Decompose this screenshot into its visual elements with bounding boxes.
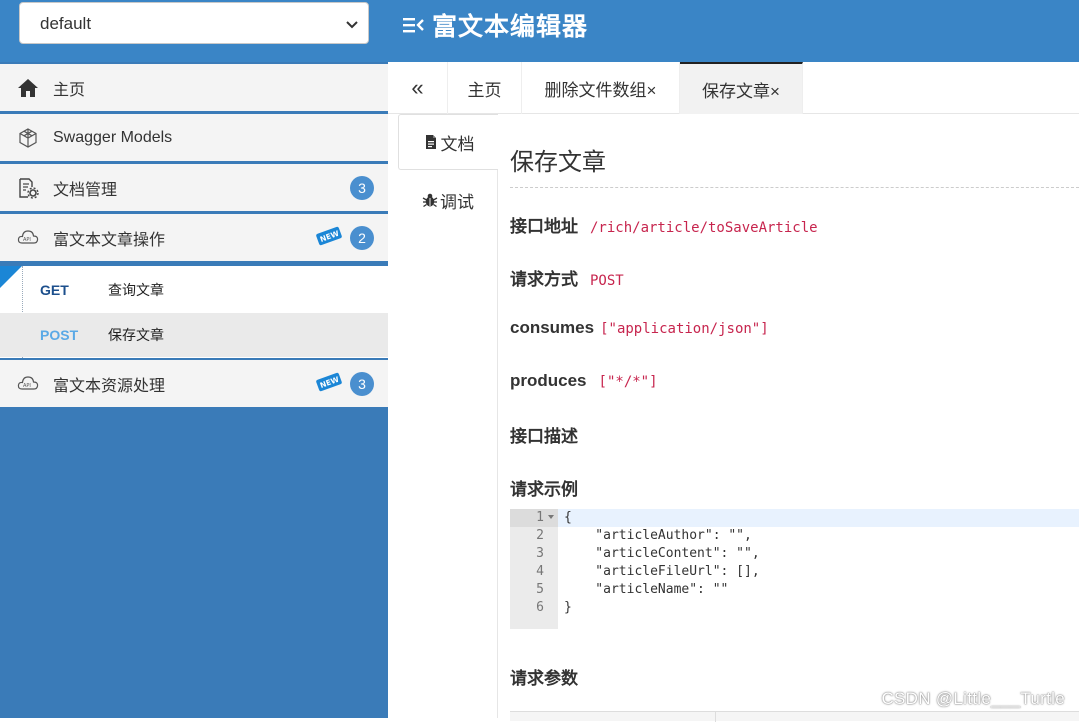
- line-gutter: 1 2 3 4 5 6: [510, 509, 558, 629]
- sidebar-item-label: 文档管理: [53, 181, 118, 199]
- code-line: }: [564, 600, 572, 615]
- field-method: 请求方式 POST: [510, 265, 624, 290]
- active-line-highlight: [510, 509, 1079, 527]
- new-tag-icon: NEW: [316, 226, 342, 246]
- api-cloud-icon: API: [17, 375, 39, 390]
- code-line: {: [564, 510, 572, 525]
- sub-menu: GET 查询文章 POST 保存文章: [0, 266, 388, 358]
- cube-icon: [19, 127, 37, 148]
- group-select[interactable]: default: [19, 2, 369, 44]
- doc-tab-document[interactable]: 文档: [398, 114, 498, 170]
- sidebar-item-doc-manage[interactable]: 文档管理 3: [0, 164, 388, 212]
- http-method-label: GET: [40, 282, 69, 298]
- api-item-get-article[interactable]: GET 查询文章: [0, 268, 388, 312]
- home-icon: [18, 78, 38, 97]
- api-item-label: 保存文章: [108, 327, 164, 343]
- field-consumes: consumes ["application/json"]: [510, 318, 769, 338]
- fold-caret-icon[interactable]: [548, 515, 554, 519]
- svg-text:API: API: [23, 237, 31, 243]
- code-line: "articleName": "": [564, 582, 729, 597]
- code-line: "articleFileUrl": [],: [564, 564, 760, 579]
- line-number: 3: [536, 546, 544, 561]
- bug-icon: [422, 193, 438, 208]
- doc-tabs: 文档 调试: [388, 114, 498, 718]
- code-line: "articleContent": "",: [564, 546, 760, 561]
- field-url: 接口地址 /rich/article/toSaveArticle: [510, 212, 818, 237]
- line-number: 5: [536, 582, 544, 597]
- page-title: 保存文章: [510, 149, 606, 176]
- section-description: 接口描述: [510, 427, 578, 446]
- top-bar: default 富文本编辑器: [0, 0, 1079, 62]
- collapse-tabs-button[interactable]: «: [388, 62, 448, 114]
- count-badge: 3: [350, 176, 374, 200]
- count-badge: 2: [350, 226, 374, 250]
- api-cloud-icon: API: [17, 229, 39, 244]
- doc-tab-label: 文档: [440, 134, 475, 154]
- http-method-label: POST: [40, 327, 79, 343]
- field-value: POST: [590, 273, 624, 289]
- sidebar-item-home[interactable]: 主页: [0, 64, 388, 112]
- field-value: ["*/*"]: [598, 374, 658, 390]
- line-number: 6: [536, 600, 544, 615]
- line-number: 2: [536, 528, 544, 543]
- field-key: 请求方式: [510, 270, 578, 289]
- new-tag-icon: NEW: [316, 372, 342, 392]
- tab-label: 删除文件数组×: [544, 80, 657, 100]
- sidebar-item-swagger-models[interactable]: Swagger Models: [0, 114, 388, 162]
- divider: [510, 187, 1079, 188]
- tab-save-article[interactable]: 保存文章×: [680, 62, 803, 114]
- field-key: consumes: [510, 318, 595, 337]
- code-line: "articleAuthor": "",: [564, 528, 752, 543]
- tab-label: 主页: [467, 80, 502, 100]
- api-item-save-article[interactable]: POST 保存文章: [0, 313, 388, 357]
- sidebar-item-label: 主页: [53, 81, 86, 99]
- sidebar-item-article-ops[interactable]: API 富文本文章操作 NEW 2: [0, 214, 388, 262]
- tab-label: 保存文章×: [702, 81, 780, 101]
- brand: 富文本编辑器: [402, 10, 589, 41]
- section-request-example: 请求示例: [510, 480, 578, 499]
- watermark: CSDN @Little___Turtle: [881, 689, 1065, 708]
- sidebar-item-resource-ops[interactable]: API 富文本资源处理 NEW 3: [0, 360, 388, 408]
- sidebar: 主页 Swagger Models 文档管理 3 API 富文本文章操作 NEW: [0, 62, 388, 718]
- field-produces: produces ["*/*"]: [510, 371, 658, 391]
- svg-text:API: API: [23, 383, 31, 389]
- doc-content: 保存文章 接口地址 /rich/article/toSaveArticle 请求…: [510, 114, 1079, 722]
- tab-delete-file-array[interactable]: 删除文件数组×: [522, 62, 680, 114]
- double-chevron-left-icon: «: [411, 75, 424, 100]
- doc-tab-label: 调试: [440, 192, 474, 212]
- sidebar-item-label: Swagger Models: [53, 128, 173, 146]
- code-editor[interactable]: 1 2 3 4 5 6 { "articleAuthor": "", "arti…: [510, 509, 1079, 629]
- file-text-icon: [425, 135, 436, 149]
- field-value: /rich/article/toSaveArticle: [590, 220, 818, 236]
- group-select-value: default: [40, 14, 92, 33]
- section-request-params: 请求参数: [510, 669, 578, 688]
- sidebar-item-label: 富文本文章操作: [53, 231, 166, 249]
- document-settings-icon: [19, 177, 39, 199]
- tab-home[interactable]: 主页: [448, 62, 522, 114]
- tab-bar: « 主页 删除文件数组× 保存文章×: [388, 62, 1079, 114]
- chevron-down-icon: [346, 21, 358, 29]
- count-badge: 3: [350, 372, 374, 396]
- field-key: produces: [510, 371, 587, 390]
- api-item-label: 查询文章: [108, 282, 164, 298]
- field-value: ["application/json"]: [600, 321, 769, 337]
- menu-toggle-icon[interactable]: [402, 14, 424, 36]
- params-table-header: [510, 711, 1079, 722]
- sidebar-item-label: 富文本资源处理: [53, 377, 166, 395]
- table-column-divider: [715, 712, 716, 722]
- field-key: 接口地址: [510, 217, 578, 236]
- app-title: 富文本编辑器: [432, 13, 589, 41]
- line-number: 4: [536, 564, 544, 579]
- line-number: 1: [536, 510, 544, 525]
- doc-tab-debug[interactable]: 调试: [398, 172, 498, 228]
